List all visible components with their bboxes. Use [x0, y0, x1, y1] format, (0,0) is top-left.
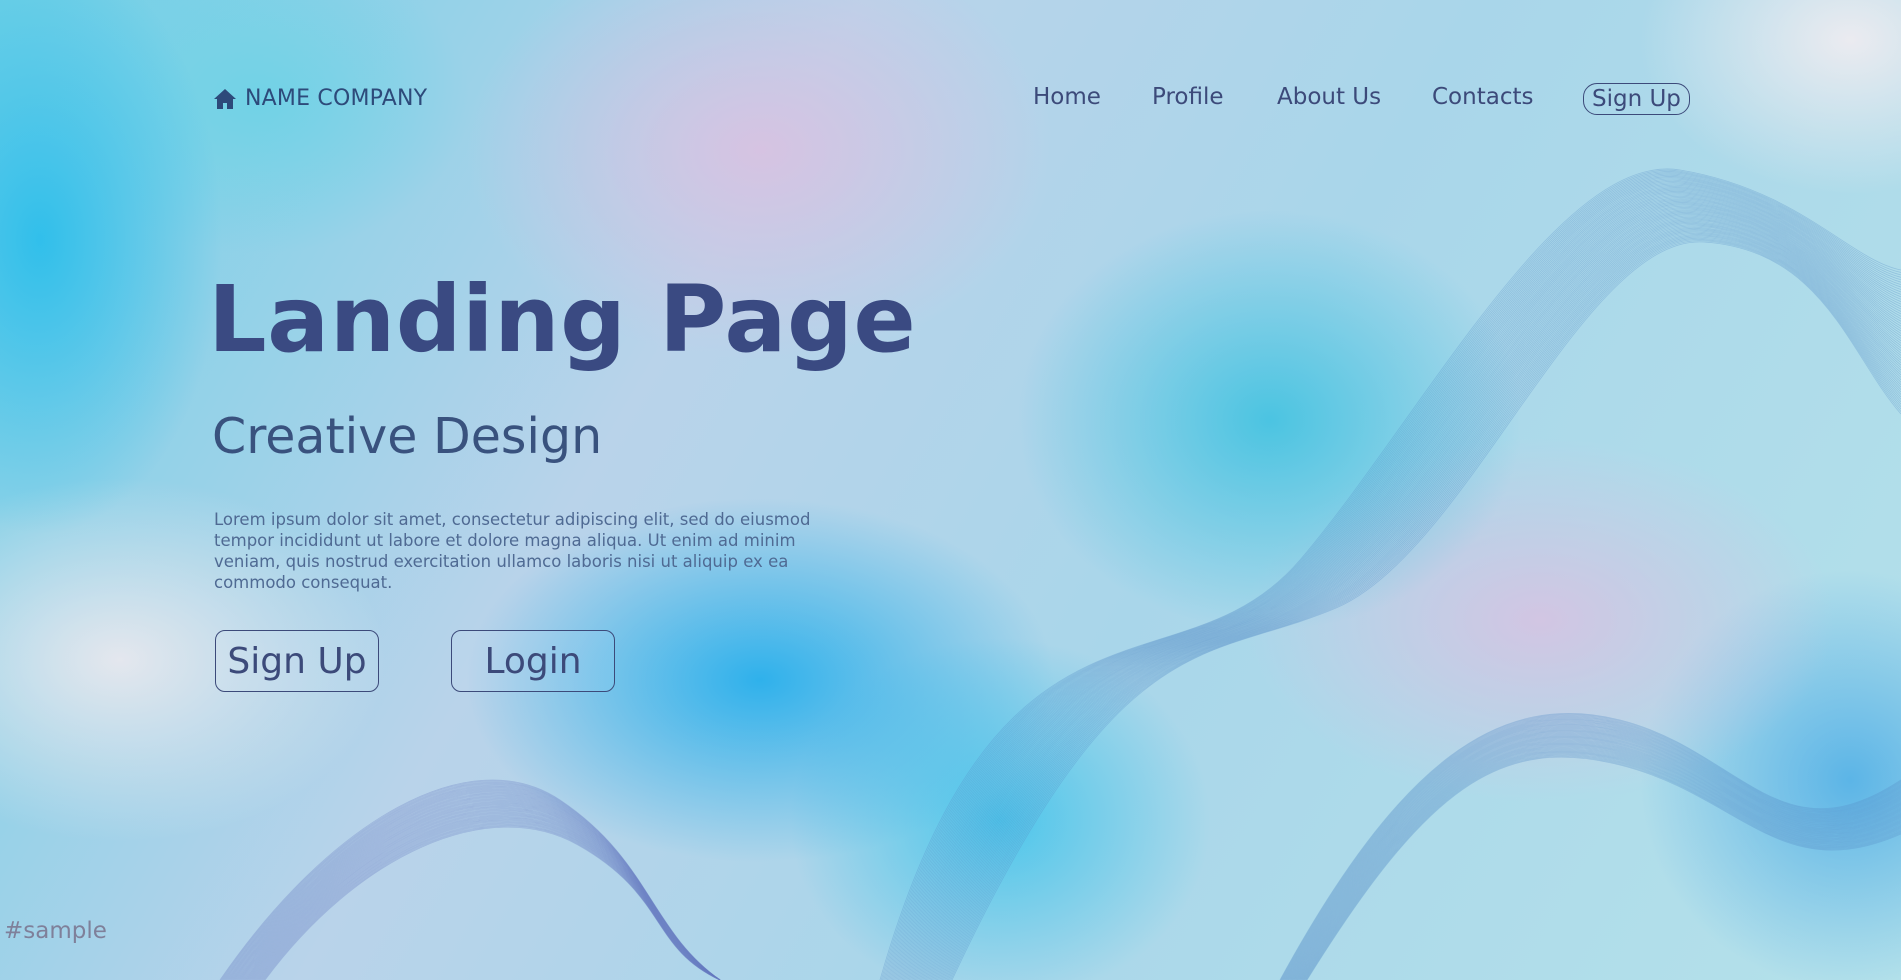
- wave-line: [911, 201, 1901, 980]
- wave-line: [1300, 747, 1901, 980]
- wave-line: [1303, 751, 1901, 980]
- nav-link-profile[interactable]: Profile: [1152, 84, 1224, 110]
- wave-line: [934, 224, 1901, 980]
- wave-line: [886, 176, 1901, 980]
- wave-line: [929, 219, 1901, 980]
- brand-logo[interactable]: NAME COMPANY: [213, 86, 427, 111]
- wave-line: [930, 220, 1901, 980]
- nav-link-home[interactable]: Home: [1033, 84, 1101, 110]
- wave-line: [895, 184, 1901, 980]
- wave-line: [224, 784, 721, 980]
- wave-line: [905, 194, 1901, 980]
- wave-line: [949, 239, 1901, 980]
- wave-line: [924, 214, 1901, 980]
- wave-line: [894, 183, 1901, 980]
- login-button[interactable]: Login: [451, 630, 615, 692]
- wave-line: [1302, 749, 1901, 980]
- wave-line: [1301, 748, 1901, 980]
- nav-link-contacts[interactable]: Contacts: [1432, 84, 1533, 110]
- wave-line: [907, 197, 1901, 980]
- wave-line: [943, 233, 1901, 980]
- wave-line: [1305, 754, 1901, 980]
- wave-line: [947, 237, 1901, 980]
- wave-line: [1302, 750, 1901, 980]
- wave-line: [944, 234, 1901, 980]
- wave-line: [936, 226, 1901, 980]
- wave-line: [1304, 753, 1901, 980]
- wave-line: [915, 204, 1901, 980]
- wave-line: [904, 193, 1901, 980]
- wave-line: [1298, 744, 1901, 980]
- wave-line: [939, 229, 1901, 980]
- wave-line: [913, 203, 1901, 980]
- wave-line: [951, 241, 1901, 980]
- company-name: NAME COMPANY: [245, 86, 428, 111]
- wave-line: [885, 174, 1901, 980]
- wave-line: [899, 188, 1901, 980]
- watermark-text: #sample: [4, 918, 107, 944]
- wave-line: [946, 236, 1901, 980]
- wave-line: [919, 209, 1901, 980]
- wave-lines-bottom: [219, 779, 721, 980]
- nav-signup-button[interactable]: Sign Up: [1583, 83, 1690, 115]
- nav-link-about-us[interactable]: About Us: [1277, 84, 1381, 110]
- wave-line: [926, 215, 1901, 980]
- signup-button[interactable]: Sign Up: [215, 630, 379, 692]
- wave-line: [888, 177, 1901, 980]
- wave-line: [932, 222, 1901, 980]
- wave-line: [922, 212, 1901, 980]
- wave-line: [893, 182, 1901, 980]
- wave-line: [923, 213, 1901, 980]
- wave-line: [890, 179, 1901, 980]
- wave-line: [945, 235, 1901, 980]
- wave-line: [891, 181, 1901, 980]
- wave-lines-bottom-right: [1279, 713, 1901, 980]
- wave-line: [1306, 755, 1901, 980]
- hero-title: Landing Page: [208, 266, 917, 373]
- wave-line: [928, 218, 1901, 980]
- wave-line: [908, 198, 1901, 980]
- wave-line: [938, 228, 1901, 980]
- wave-line: [897, 187, 1901, 980]
- wave-line: [1301, 747, 1901, 980]
- wave-line: [933, 223, 1901, 980]
- wave-line: [901, 191, 1901, 980]
- home-icon: [214, 88, 236, 109]
- wave-line: [1300, 746, 1901, 980]
- wave-lines-decoration: [219, 168, 1901, 980]
- wave-line: [916, 205, 1901, 980]
- hero-description: Lorem ipsum dolor sit amet, consectetur …: [214, 510, 811, 592]
- wave-line: [935, 225, 1901, 980]
- wave-line: [1305, 754, 1901, 980]
- wave-line: [1299, 745, 1901, 980]
- wave-line: [918, 208, 1901, 980]
- wave-line: [889, 178, 1901, 980]
- wave-line: [927, 217, 1901, 980]
- wave-line: [1303, 752, 1901, 980]
- wave-line: [941, 231, 1901, 980]
- wave-line: [902, 192, 1901, 980]
- wave-line: [950, 240, 1901, 980]
- wave-line: [910, 199, 1901, 980]
- hero-subtitle: Creative Design: [212, 408, 603, 465]
- wave-line: [1306, 756, 1901, 980]
- wave-line: [896, 186, 1901, 980]
- wave-line: [940, 230, 1901, 980]
- wave-line: [906, 196, 1901, 980]
- wave-line: [900, 189, 1901, 980]
- wave-line: [884, 173, 1901, 980]
- wave-line: [921, 210, 1901, 980]
- wave-line: [883, 172, 1901, 980]
- wave-line: [912, 202, 1901, 980]
- wave-line: [917, 207, 1901, 980]
